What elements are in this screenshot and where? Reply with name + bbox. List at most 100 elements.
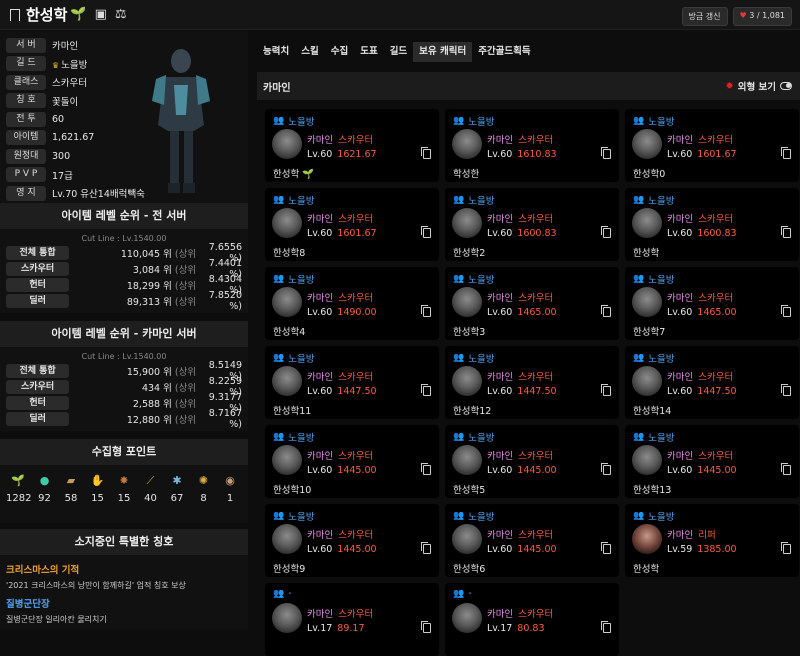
character-card[interactable]: 👥 노을방 카마인 스카우터 Lv.60 1447.50 한성학11 xyxy=(265,346,439,419)
character-name: 한성학2 xyxy=(453,245,485,259)
users-icon: 👥 xyxy=(633,116,645,126)
collect-item[interactable]: 🌱 1282 xyxy=(6,473,31,504)
users-icon: 👥 xyxy=(273,353,285,363)
toggle-switch-icon[interactable] xyxy=(780,82,792,90)
level: Lv.60 xyxy=(487,149,513,160)
copy-icon[interactable] xyxy=(781,147,791,159)
character-card[interactable]: 👥 노을방 카마인 스카우터 Lv.60 1600.83 한성학2 xyxy=(445,188,619,261)
character-card[interactable]: 👥 노을방 카마인 스카우터 Lv.60 1490.00 한성학4 xyxy=(265,267,439,340)
level-line: Lv.60 1445.00 xyxy=(487,465,557,476)
collect-item[interactable]: ● 92 xyxy=(33,473,57,504)
character-name: 한성학11 xyxy=(273,403,311,417)
character-card[interactable]: 👥 노을방 카마인 스카우터 Lv.60 1445.00 한성학5 xyxy=(445,425,619,498)
scale-icon[interactable]: ⚖ xyxy=(115,7,127,22)
tab-item[interactable]: 도표 xyxy=(354,42,383,62)
copy-icon[interactable] xyxy=(421,147,431,159)
tab-item[interactable]: 수집 xyxy=(325,42,354,62)
character-card[interactable]: 👥 노을방 카마인 스카우터 Lv.60 1445.00 한성학9 xyxy=(265,504,439,577)
refresh-button[interactable]: 방금 갱신 xyxy=(681,7,728,26)
profile-value-text: 1,621.67 xyxy=(52,132,95,143)
class-name: 스카우터 xyxy=(518,214,554,225)
copy-icon[interactable] xyxy=(781,542,791,554)
level-line: Lv.60 1447.50 xyxy=(667,386,737,397)
avatar xyxy=(452,445,482,475)
collect-item[interactable]: ✋ 15 xyxy=(86,473,110,504)
titles-list: 크리스마스의 기적 '2021 크리스마스의 낭만이 함께하길' 업적 칭호 보… xyxy=(0,555,248,630)
appearance-toggle[interactable]: ✹ 외형 보기 xyxy=(725,79,792,93)
tab-item[interactable]: 스킬 xyxy=(295,42,324,62)
guild-name: - xyxy=(288,588,292,599)
character-grid: 👥 노을방 카마인 스카우터 Lv.60 1621.67 한성학 🌱 👥 노을방 카마인 스카우터 L… xyxy=(257,100,800,656)
collect-item[interactable]: ✺ 8 xyxy=(192,473,216,504)
users-icon: 👥 xyxy=(453,274,465,284)
character-card[interactable]: 👥 노을방 카마인 스카우터 Lv.60 1610.83 학성한 xyxy=(445,109,619,182)
class-name: 스카우터 xyxy=(518,451,554,462)
copy-icon[interactable] xyxy=(601,384,611,396)
bookmark-icon[interactable] xyxy=(10,8,20,21)
character-name-text: 한성학0 xyxy=(633,169,666,180)
character-card[interactable]: 👥 노을방 카마인 스카우터 Lv.60 1600.83 한성학 xyxy=(625,188,799,261)
profile-value: 스카우터 xyxy=(52,75,87,89)
art-icon: ▰ xyxy=(66,474,76,487)
character-card[interactable]: 👥 노을방 카마인 스카우터 Lv.60 1445.00 한성학13 xyxy=(625,425,799,498)
collect-item[interactable]: ▰ 58 xyxy=(59,473,83,504)
copy-icon[interactable] xyxy=(421,542,431,554)
class-name: 스카우터 xyxy=(518,135,554,146)
copy-icon[interactable] xyxy=(781,226,791,238)
collect-item[interactable]: ⟋ 40 xyxy=(139,473,163,504)
guild-label: 👥 - xyxy=(453,588,472,599)
copy-icon[interactable] xyxy=(781,463,791,475)
character-card[interactable]: 👥 노을방 카마인 스카우터 Lv.60 1465.00 한성학3 xyxy=(445,267,619,340)
character-card[interactable]: 👥 - 카마인 스카우터 Lv.17 89.17 xyxy=(265,583,439,656)
character-card[interactable]: 👥 노을방 카마인 리퍼 Lv.59 1385.00 한성학 xyxy=(625,504,799,577)
item-level: 1490.00 xyxy=(337,307,377,318)
copy-icon[interactable] xyxy=(601,147,611,159)
item-level: 1465.00 xyxy=(697,307,737,318)
character-card[interactable]: 👥 노을방 카마인 스카우터 Lv.60 1447.50 한성학12 xyxy=(445,346,619,419)
server-class: 카마인 스카우터 xyxy=(487,369,553,383)
copy-icon[interactable] xyxy=(421,305,431,317)
copy-icon[interactable] xyxy=(601,226,611,238)
copy-icon[interactable] xyxy=(601,542,611,554)
collect-item[interactable]: ◉ 1 xyxy=(218,473,242,504)
copy-icon[interactable] xyxy=(421,384,431,396)
avatar xyxy=(272,603,302,633)
avatar xyxy=(452,603,482,633)
character-card[interactable]: 👥 노을방 카마인 스카우터 Lv.60 1465.00 한성학7 xyxy=(625,267,799,340)
copy-icon[interactable] xyxy=(421,463,431,475)
mokoko-leaf-icon: 🌱 xyxy=(70,7,87,22)
profile-value: 60 xyxy=(52,114,64,125)
character-card[interactable]: 👥 노을방 카마인 스카우터 Lv.60 1445.00 한성학6 xyxy=(445,504,619,577)
class-name: 스카우터 xyxy=(338,451,374,462)
tab-item[interactable]: 길드 xyxy=(384,42,413,62)
copy-icon[interactable] xyxy=(421,226,431,238)
tab-bar: 능력치 스킬 수집 도표 길드 보유 캐릭터 주간골드획득 xyxy=(257,42,800,62)
character-card[interactable]: 👥 노을방 카마인 스카우터 Lv.60 1601.67 한성학0 xyxy=(625,109,799,182)
guild-label: 👥 노을방 xyxy=(273,114,314,128)
character-card[interactable]: 👥 노을방 카마인 스카우터 Lv.60 1445.00 한성학10 xyxy=(265,425,439,498)
tab-item[interactable]: 주간골드획득 xyxy=(472,42,536,62)
copy-icon[interactable] xyxy=(781,384,791,396)
collect-item[interactable]: ✸ 15 xyxy=(112,473,136,504)
copy-icon[interactable] xyxy=(601,305,611,317)
guild-label: 👥 노을방 xyxy=(633,430,674,444)
guild-label: 👥 노을방 xyxy=(633,509,674,523)
right-panel: 능력치 스킬 수집 도표 길드 보유 캐릭터 주간골드획득 카마인 ✹ 외형 보기 👥 노을방… xyxy=(257,42,800,656)
item-level: 1445.00 xyxy=(517,544,557,555)
tab-item[interactable]: 능력치 xyxy=(257,42,295,62)
character-card[interactable]: 👥 노을방 카마인 스카우터 Lv.60 1621.67 한성학 🌱 xyxy=(265,109,439,182)
copy-icon[interactable] xyxy=(601,463,611,475)
like-count: 3 / 1,081 xyxy=(749,11,785,20)
tab-item[interactable]: 보유 캐릭터 xyxy=(413,42,473,62)
collect-item[interactable]: ✱ 67 xyxy=(165,473,189,504)
character-card[interactable]: 👥 노을방 카마인 스카우터 Lv.60 1601.67 한성학8 xyxy=(265,188,439,261)
character-card[interactable]: 👥 노을방 카마인 스카우터 Lv.60 1447.50 한성학14 xyxy=(625,346,799,419)
character-card[interactable]: 👥 - 카마인 스카우터 Lv.17 80.83 xyxy=(445,583,619,656)
copy-icon[interactable] xyxy=(781,305,791,317)
profile-value: 카마인 xyxy=(52,38,78,52)
like-button[interactable]: ♥ 3 / 1,081 xyxy=(732,7,792,26)
id-card-icon[interactable]: ▣ xyxy=(95,7,107,22)
character-name-text: 한성학12 xyxy=(453,406,492,417)
server-class: 카마인 스카우터 xyxy=(487,527,553,541)
character-name-text: 한성학10 xyxy=(273,485,312,496)
